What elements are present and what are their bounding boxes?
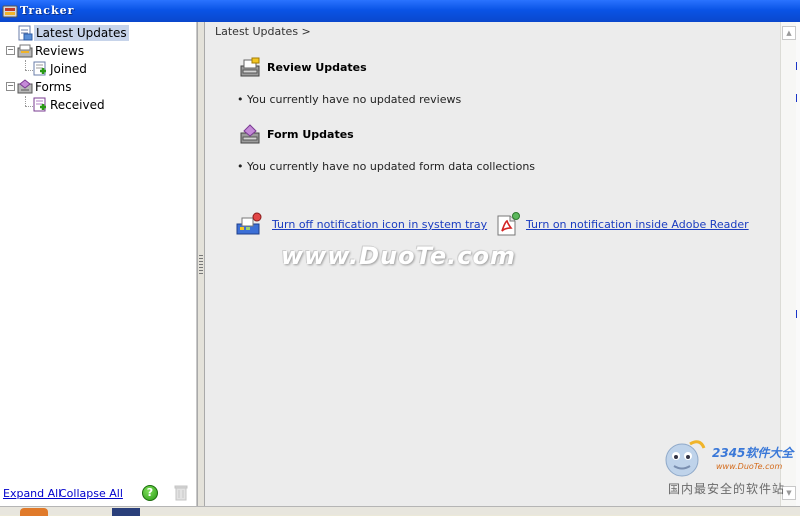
system-tray-icon — [236, 212, 262, 235]
clipped-mark — [796, 94, 800, 102]
tracker-app-icon — [2, 5, 18, 18]
corner-brand-text: 2345软件大全 — [712, 446, 794, 460]
navigation-pane: Latest Updates − Reviews Joined − Forms — [0, 22, 197, 506]
forms-folder-icon — [17, 79, 33, 94]
review-updates-title: Review Updates — [267, 61, 367, 74]
tree-item-joined[interactable]: Joined — [32, 61, 192, 77]
tree-item-reviews[interactable]: Reviews — [16, 43, 196, 59]
tree-label-received: Received — [50, 98, 105, 112]
review-updates-message: • You currently have no updated reviews — [237, 93, 462, 106]
form-updates-icon — [240, 124, 260, 144]
help-button[interactable]: ? — [142, 485, 158, 501]
expand-all-link[interactable]: Expand All — [3, 487, 61, 500]
navigation-footer: Expand All Collapse All ? — [0, 482, 197, 506]
received-form-icon — [33, 97, 46, 112]
collapse-all-link[interactable]: Collapse All — [59, 487, 123, 500]
clipped-mark — [796, 310, 800, 318]
window-right-edge — [796, 22, 800, 506]
form-updates-message: • You currently have no updated form dat… — [237, 160, 536, 173]
content-pane: Latest Updates > Review Updates • You cu… — [205, 22, 780, 506]
reviews-folder-icon — [17, 44, 33, 58]
tree-item-received[interactable]: Received — [32, 97, 192, 113]
clipped-mark — [796, 62, 800, 70]
reader-notification-link[interactable]: Turn on notification inside Adobe Reader — [526, 218, 749, 231]
scroll-up-button[interactable]: ▲ — [782, 26, 796, 40]
tree-label-reviews: Reviews — [35, 44, 85, 58]
content-scrollbar[interactable]: ▲ ▼ — [780, 22, 796, 506]
tree-label-joined: Joined — [50, 62, 87, 76]
tree-connector — [25, 96, 26, 106]
site-logo-watermark: 2345软件大全 www.DuoTe.com 国内最安全的软件站 — [660, 436, 800, 506]
joined-review-icon — [33, 61, 46, 76]
splitter-grip[interactable] — [199, 255, 203, 275]
title-bar[interactable]: Tracker — [0, 0, 800, 22]
reviews-expander[interactable]: − — [6, 46, 15, 55]
review-updates-icon — [240, 57, 260, 77]
duote-watermark: www.DuoTe.com — [281, 242, 516, 270]
tree-label-forms: Forms — [35, 80, 72, 94]
form-updates-title: Form Updates — [267, 128, 354, 141]
tree-item-forms[interactable]: Forms — [16, 79, 196, 95]
window-title: Tracker — [20, 4, 75, 17]
corner-url-text: www.DuoTe.com — [716, 462, 783, 471]
pane-splitter[interactable] — [197, 22, 205, 506]
mascot-logo-icon — [665, 440, 706, 477]
forms-expander[interactable]: − — [6, 82, 15, 91]
trash-icon[interactable] — [174, 485, 188, 501]
tree-item-latest-updates[interactable]: Latest Updates — [0, 25, 197, 41]
window-bottom-edge — [0, 506, 800, 516]
tree-connector — [25, 60, 26, 70]
tree-label-latest-updates: Latest Updates — [34, 25, 129, 41]
corner-slogan-text: 国内最安全的软件站 — [668, 482, 786, 496]
tray-notification-link[interactable]: Turn off notification icon in system tra… — [272, 218, 487, 231]
breadcrumb: Latest Updates > — [215, 25, 311, 38]
latest-updates-icon — [18, 25, 33, 41]
adobe-reader-icon — [497, 212, 520, 236]
